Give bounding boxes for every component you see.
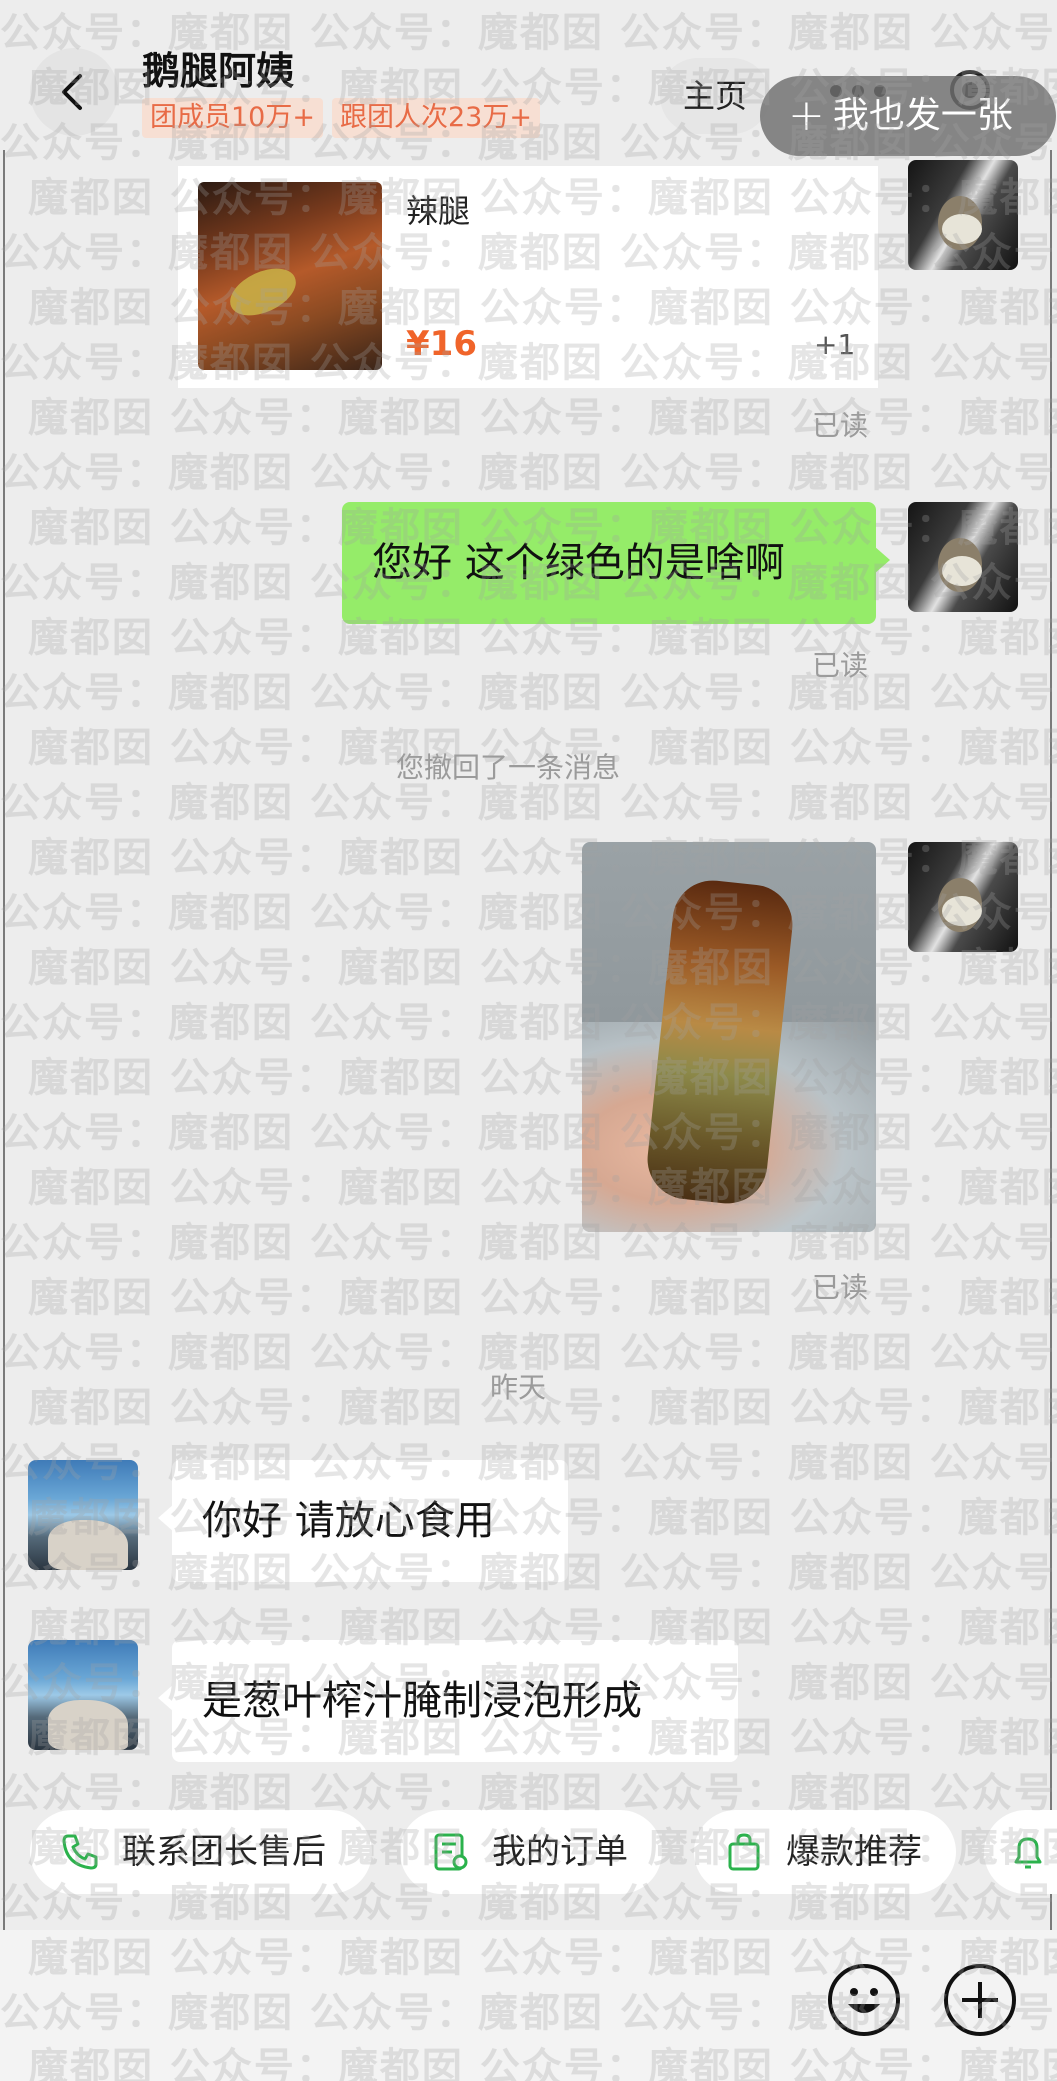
chevron-left-icon (62, 74, 82, 110)
bell-icon (1014, 1837, 1042, 1869)
seller-avatar[interactable] (28, 1640, 138, 1750)
my-avatar[interactable] (908, 842, 1018, 952)
read-status: 已读 (812, 1271, 869, 1304)
more-input-button[interactable] (944, 1964, 1016, 2036)
seller-message[interactable]: 是葱叶榨汁腌制浸泡形成 (158, 1640, 738, 1762)
contact-leader-label: 联系团长售后 (122, 1832, 326, 1872)
product-card[interactable]: 辣腿 ¥16 +1 (178, 166, 878, 388)
plus-icon (962, 1982, 998, 2018)
phone-icon (62, 1834, 98, 1870)
visits-badge: 跟团人次23万+ (332, 98, 540, 138)
my-avatar[interactable] (908, 160, 1018, 270)
members-badge: 团成员10万+ (142, 98, 323, 138)
product-image (198, 182, 382, 370)
product-title: 辣腿 (406, 192, 471, 230)
smiley-icon (848, 1988, 880, 2013)
hot-picks-button[interactable]: 爆款推荐 (694, 1810, 956, 1894)
quick-actions-bar: 联系团长售后 我的订单 爆款推荐 (0, 1810, 1057, 1906)
plus-icon: + (788, 90, 825, 141)
post-photo-button[interactable]: + 我也发一张 (760, 76, 1056, 156)
back-button[interactable] (30, 48, 118, 136)
product-quantity: +1 (814, 328, 856, 361)
seller-message[interactable]: 你好 请放心食用 (158, 1460, 568, 1582)
post-photo-label: 我也发一张 (832, 95, 1013, 136)
my-avatar[interactable] (908, 502, 1018, 612)
contact-leader-button[interactable]: 联系团长售后 (30, 1810, 372, 1894)
shopping-bag-icon (728, 1833, 760, 1871)
product-price: ¥16 (406, 324, 477, 364)
photo-message[interactable] (582, 842, 876, 1232)
seller-avatar[interactable] (28, 1460, 138, 1570)
group-title: 鹅腿阿姨 (142, 49, 295, 93)
my-orders-button[interactable]: 我的订单 (400, 1810, 662, 1894)
input-bar (0, 1930, 1057, 2081)
order-icon (434, 1833, 468, 1871)
my-orders-label: 我的订单 (492, 1832, 628, 1872)
emoji-button[interactable] (828, 1964, 900, 2036)
read-status: 已读 (812, 409, 869, 442)
hot-picks-label: 爆款推荐 (786, 1832, 922, 1872)
read-status: 已读 (812, 649, 869, 682)
notification-button[interactable] (984, 1810, 1057, 1894)
home-button[interactable]: 主页 (660, 58, 770, 134)
my-text-message[interactable]: 您好 这个绿色的是啥啊 (342, 502, 890, 624)
day-separator: 昨天 (490, 1371, 547, 1404)
recall-notice: 您撤回了一条消息 (396, 751, 621, 784)
